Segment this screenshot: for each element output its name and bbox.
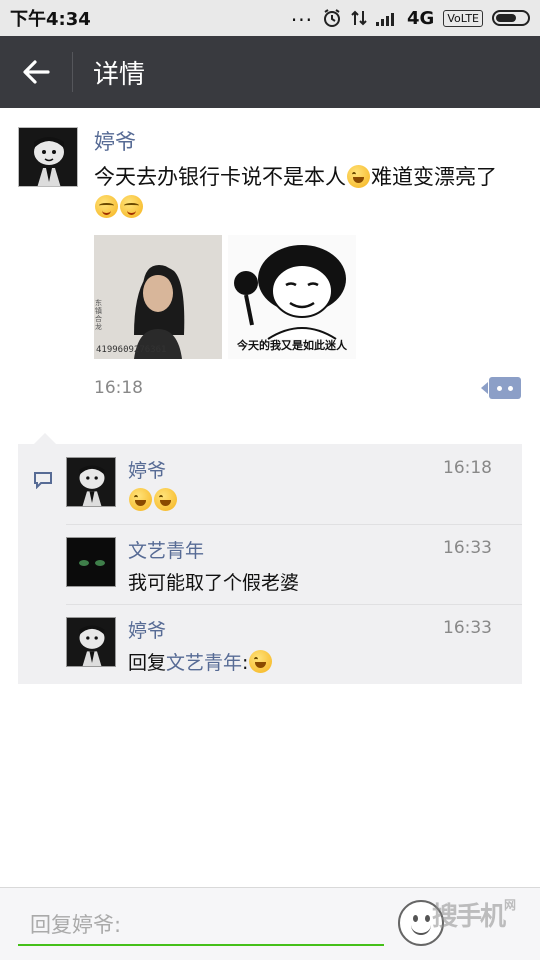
comment-time: 16:33 [443,618,492,638]
comment-author[interactable]: 婷爷 [128,456,166,483]
comment-time: 16:18 [443,458,492,478]
reply-prefix: 回复 [128,652,167,674]
avatar-cartoon-icon [67,458,115,506]
status-bar: 下午4:34 ... 4G VoLTE [0,0,540,36]
status-time: 下午4:34 [10,9,91,30]
post-text-part1: 今天去办银行卡说不是本人 [94,165,346,189]
page-title: 详情 [93,59,146,90]
comment-avatar[interactable] [66,617,116,667]
blush-emoji-icon [120,195,143,218]
battery-icon [492,10,530,26]
alarm-icon [324,9,340,27]
post-text: 今天去办银行卡说不是本人 难道变漂亮了 [94,162,514,222]
comment-menu-button[interactable] [481,377,521,399]
avatar-cartoon-icon [19,128,77,186]
blush-emoji-icon [95,195,118,218]
laugh-cry-emoji-icon [129,488,152,511]
back-button[interactable] [0,36,72,108]
post-time: 16:18 [94,378,143,398]
more-notifications-icon: ... [290,2,313,26]
laugh-cry-emoji-icon [347,165,370,188]
reply-input[interactable] [18,906,384,946]
emoji-eye-icon [413,915,418,922]
comment-divider [66,524,522,525]
portrait-photo-icon [94,235,222,359]
comment-time: 16:33 [443,538,492,558]
status-icons: ... 4G VoLTE [290,2,530,29]
emoji-mouth-icon [411,925,431,935]
post-author-avatar[interactable] [18,127,78,187]
comment-bubble-icon [34,472,52,489]
avatar-cartoon-icon [67,618,115,666]
comment-author[interactable]: 婷爷 [128,616,166,643]
watermark: 搜手机网 [432,896,516,933]
watermark-small: 网 [504,898,517,912]
meme-caption: 今天的我又是如此迷人 [237,339,347,352]
comment-text [128,488,178,512]
comments-panel: 婷爷 16:18 文艺青年 16:33 我可能取了个假老婆 婷爷 16:33 回… [18,433,522,684]
laugh-cry-emoji-icon [249,650,273,673]
watermark-text: 搜手机 [432,902,506,932]
comment-divider [66,604,522,605]
comment-text: 我可能取了个假老婆 [128,572,300,594]
post-text-part2: 难道变漂亮了 [371,165,497,189]
comment-avatar[interactable] [66,537,116,587]
comment-text: 回复文艺青年: [128,648,273,675]
signal-icon [376,13,394,26]
network-type: 4G [407,7,435,29]
comments-arrow [34,433,56,444]
post-image-id-photo[interactable]: 东镇合龙 4199609276361 [94,235,222,359]
dot-icon [508,386,513,391]
comment-avatar[interactable] [66,457,116,507]
dot-icon [497,386,502,391]
id-side-text: 东镇合龙 [95,299,102,331]
dark-cat-avatar-icon [67,538,115,586]
data-transfer-icon [351,10,367,26]
reply-colon: : [242,652,249,674]
comment-author[interactable]: 文艺青年 [128,536,204,563]
laugh-cry-emoji-icon [154,488,177,511]
volte-badge: VoLTE [443,9,483,27]
title-divider [72,52,73,92]
post-image-meme[interactable]: 今天的我又是如此迷人 [228,235,356,359]
reply-target-link[interactable]: 文艺青年 [166,652,242,674]
title-bar: 详情 [0,36,540,108]
id-number-text: 4199609276361 [96,345,167,355]
arrow-left-icon [23,60,50,84]
post-author-name[interactable]: 婷爷 [94,126,136,156]
emoji-eye-icon [425,915,430,922]
